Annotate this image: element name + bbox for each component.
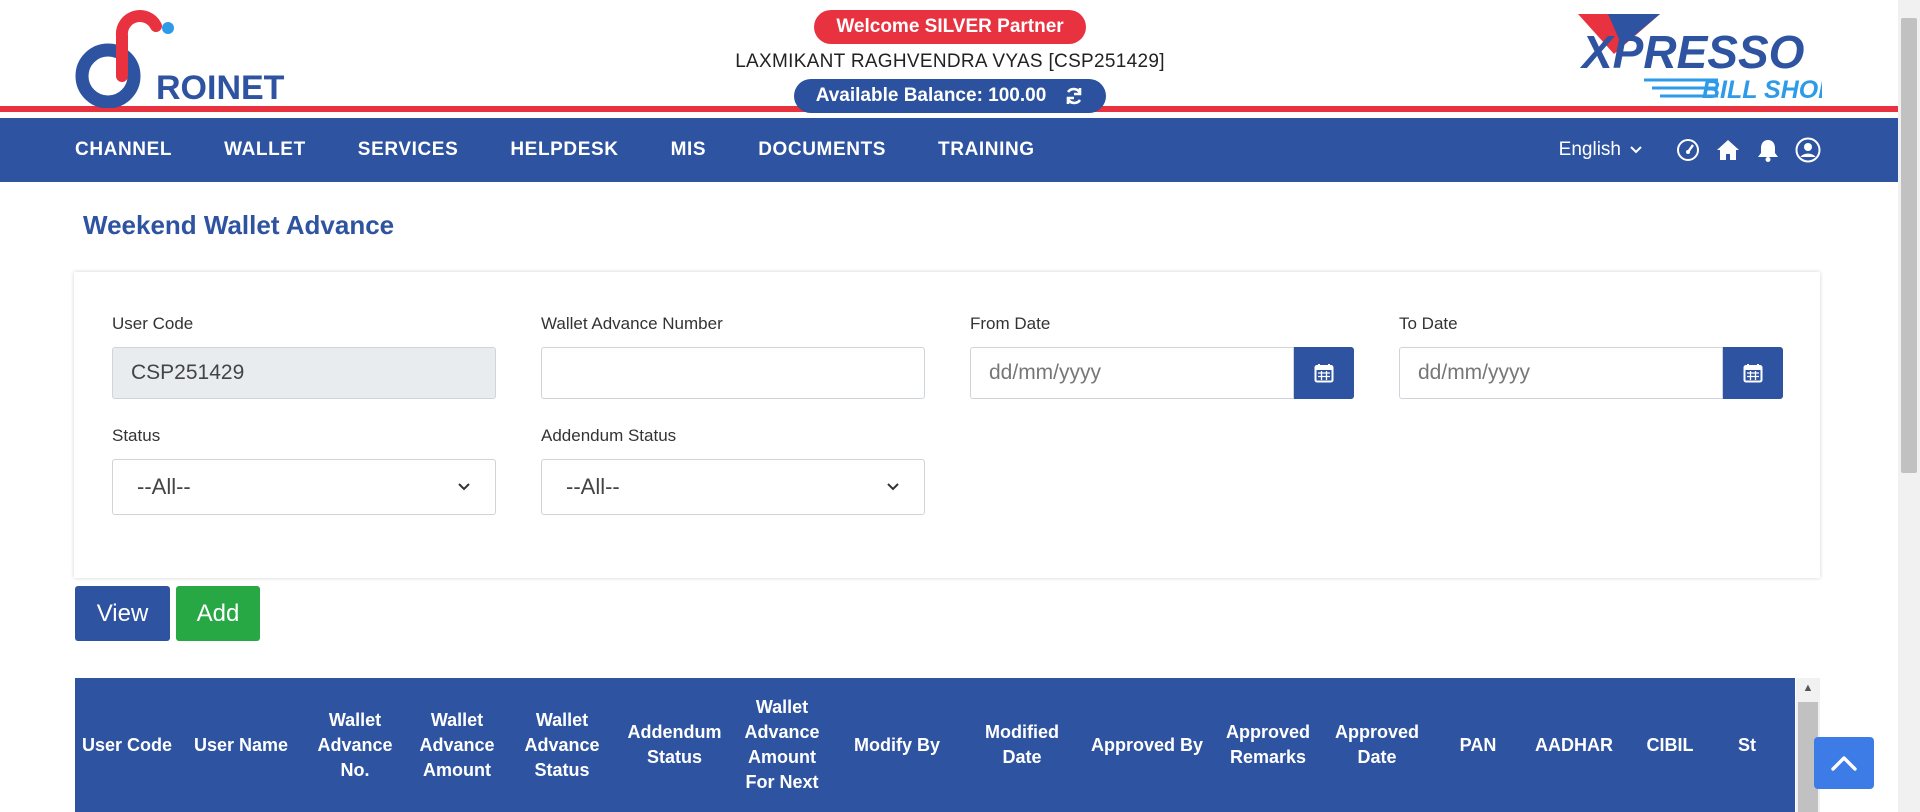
language-selector[interactable]: English: [1559, 139, 1643, 161]
column-header-modify-by[interactable]: Modify By: [832, 678, 962, 812]
nav-item-training[interactable]: TRAINING: [938, 139, 1035, 161]
addendum-status-label: Addendum Status: [541, 426, 677, 445]
partner-info: Welcome SILVER Partner LAXMIKANT RAGHVEN…: [700, 10, 1200, 113]
column-header-user-code[interactable]: User Code: [75, 678, 179, 812]
column-header-pan[interactable]: PAN: [1430, 678, 1526, 812]
home-icon[interactable]: [1715, 137, 1741, 163]
add-button[interactable]: Add: [176, 586, 260, 641]
nav-item-channel[interactable]: CHANNEL: [75, 139, 172, 161]
user-code-input: CSP251429: [112, 347, 496, 399]
column-header-approved-date[interactable]: Approved Date: [1324, 678, 1430, 812]
nav-item-mis[interactable]: MIS: [671, 139, 707, 161]
chevron-up-icon: [1831, 756, 1857, 771]
balance-text: Available Balance: 100.00: [815, 85, 1047, 106]
top-header: ROINET Welcome SILVER Partner LAXMIKANT …: [0, 0, 1898, 113]
column-header-approved-by[interactable]: Approved By: [1082, 678, 1212, 812]
column-header-addendum-status[interactable]: Addendum Status: [617, 678, 732, 812]
chevron-down-icon: [458, 483, 470, 491]
to-date-field: To Date dd/mm/yyyy: [1399, 314, 1783, 399]
user-code-label: User Code: [112, 314, 194, 333]
wallet-advance-number-label: Wallet Advance Number: [541, 314, 723, 333]
status-field: Status --All--: [112, 426, 496, 515]
addendum-status-select[interactable]: --All--: [541, 459, 925, 515]
user-name-code: LAXMIKANT RAGHVENDRA VYAS [CSP251429]: [735, 51, 1165, 72]
column-header-wallet-advance-status[interactable]: Wallet Advance Status: [507, 678, 617, 812]
from-date-label: From Date: [970, 314, 1051, 333]
column-header-wallet-advance-amount-next[interactable]: Wallet Advance Amount For Next: [732, 678, 832, 812]
nav-item-services[interactable]: SERVICES: [358, 139, 459, 161]
column-header-status[interactable]: St: [1718, 678, 1795, 812]
main-navbar: CHANNEL WALLET SERVICES HELPDESK MIS DOC…: [0, 118, 1898, 182]
roinet-logo[interactable]: ROINET: [74, 6, 288, 108]
refresh-icon[interactable]: [1064, 86, 1084, 106]
to-date-input[interactable]: dd/mm/yyyy: [1399, 347, 1723, 399]
user-code-field: User Code CSP251429: [112, 314, 496, 399]
from-date-group: dd/mm/yyyy: [970, 347, 1354, 399]
status-select-value: --All--: [137, 474, 191, 499]
svg-text:XPRESSO: XPRESSO: [1579, 26, 1805, 78]
nav-item-helpdesk[interactable]: HELPDESK: [510, 139, 618, 161]
column-header-aadhar[interactable]: AADHAR: [1526, 678, 1622, 812]
to-date-label: To Date: [1399, 314, 1458, 333]
view-button[interactable]: View: [75, 586, 170, 641]
column-header-cibil[interactable]: CIBIL: [1622, 678, 1718, 812]
column-header-user-name[interactable]: User Name: [179, 678, 303, 812]
filter-card: User Code CSP251429 Wallet Advance Numbe…: [74, 272, 1820, 578]
addendum-status-field: Addendum Status --All--: [541, 426, 925, 515]
welcome-badge: Welcome SILVER Partner: [814, 10, 1086, 44]
table-header: User Code User Name Wallet Advance No. W…: [75, 678, 1795, 812]
wallet-advance-number-input[interactable]: [541, 347, 925, 399]
column-header-wallet-advance-amount[interactable]: Wallet Advance Amount: [407, 678, 507, 812]
nav-menu: CHANNEL WALLET SERVICES HELPDESK MIS DOC…: [75, 118, 1087, 182]
calendar-icon: [1743, 364, 1763, 383]
chevron-down-icon: [887, 483, 899, 491]
nav-actions: English: [1559, 118, 1821, 182]
addendum-status-select-value: --All--: [566, 474, 620, 499]
page-title: Weekend Wallet Advance: [83, 210, 395, 240]
page-scrollbar[interactable]: [1898, 0, 1920, 812]
column-header-approved-remarks[interactable]: Approved Remarks: [1212, 678, 1324, 812]
from-date-field: From Date dd/mm/yyyy: [970, 314, 1354, 399]
balance-badge: Available Balance: 100.00: [793, 79, 1107, 113]
svg-text:ROINET: ROINET: [156, 69, 285, 107]
to-date-group: dd/mm/yyyy: [1399, 347, 1783, 399]
nav-item-wallet[interactable]: WALLET: [224, 139, 306, 161]
wallet-advance-number-field: Wallet Advance Number: [541, 314, 925, 399]
chevron-down-icon: [1630, 146, 1642, 154]
status-label: Status: [112, 426, 161, 445]
results-table: User Code User Name Wallet Advance No. W…: [75, 678, 1820, 812]
from-date-calendar-button[interactable]: [1294, 347, 1354, 399]
back-to-top-button[interactable]: [1814, 737, 1874, 789]
column-header-modified-date[interactable]: Modified Date: [962, 678, 1082, 812]
dashboard-gauge-icon[interactable]: [1675, 137, 1701, 163]
xpresso-bill-shop-logo[interactable]: XPRESSO BILL SHOP: [1578, 10, 1822, 106]
status-select[interactable]: --All--: [112, 459, 496, 515]
calendar-icon: [1314, 364, 1334, 383]
to-date-calendar-button[interactable]: [1723, 347, 1783, 399]
nav-item-documents[interactable]: DOCUMENTS: [758, 139, 886, 161]
from-date-input[interactable]: dd/mm/yyyy: [970, 347, 1294, 399]
user-circle-icon[interactable]: [1795, 137, 1821, 163]
svg-text:BILL SHOP: BILL SHOP: [1702, 76, 1822, 104]
page-scrollbar-thumb[interactable]: [1901, 18, 1917, 473]
bell-icon[interactable]: [1755, 137, 1781, 163]
language-label: English: [1558, 139, 1621, 160]
column-header-wallet-advance-no[interactable]: Wallet Advance No.: [303, 678, 407, 812]
scroll-up-arrow-icon[interactable]: ▲: [1796, 682, 1820, 694]
